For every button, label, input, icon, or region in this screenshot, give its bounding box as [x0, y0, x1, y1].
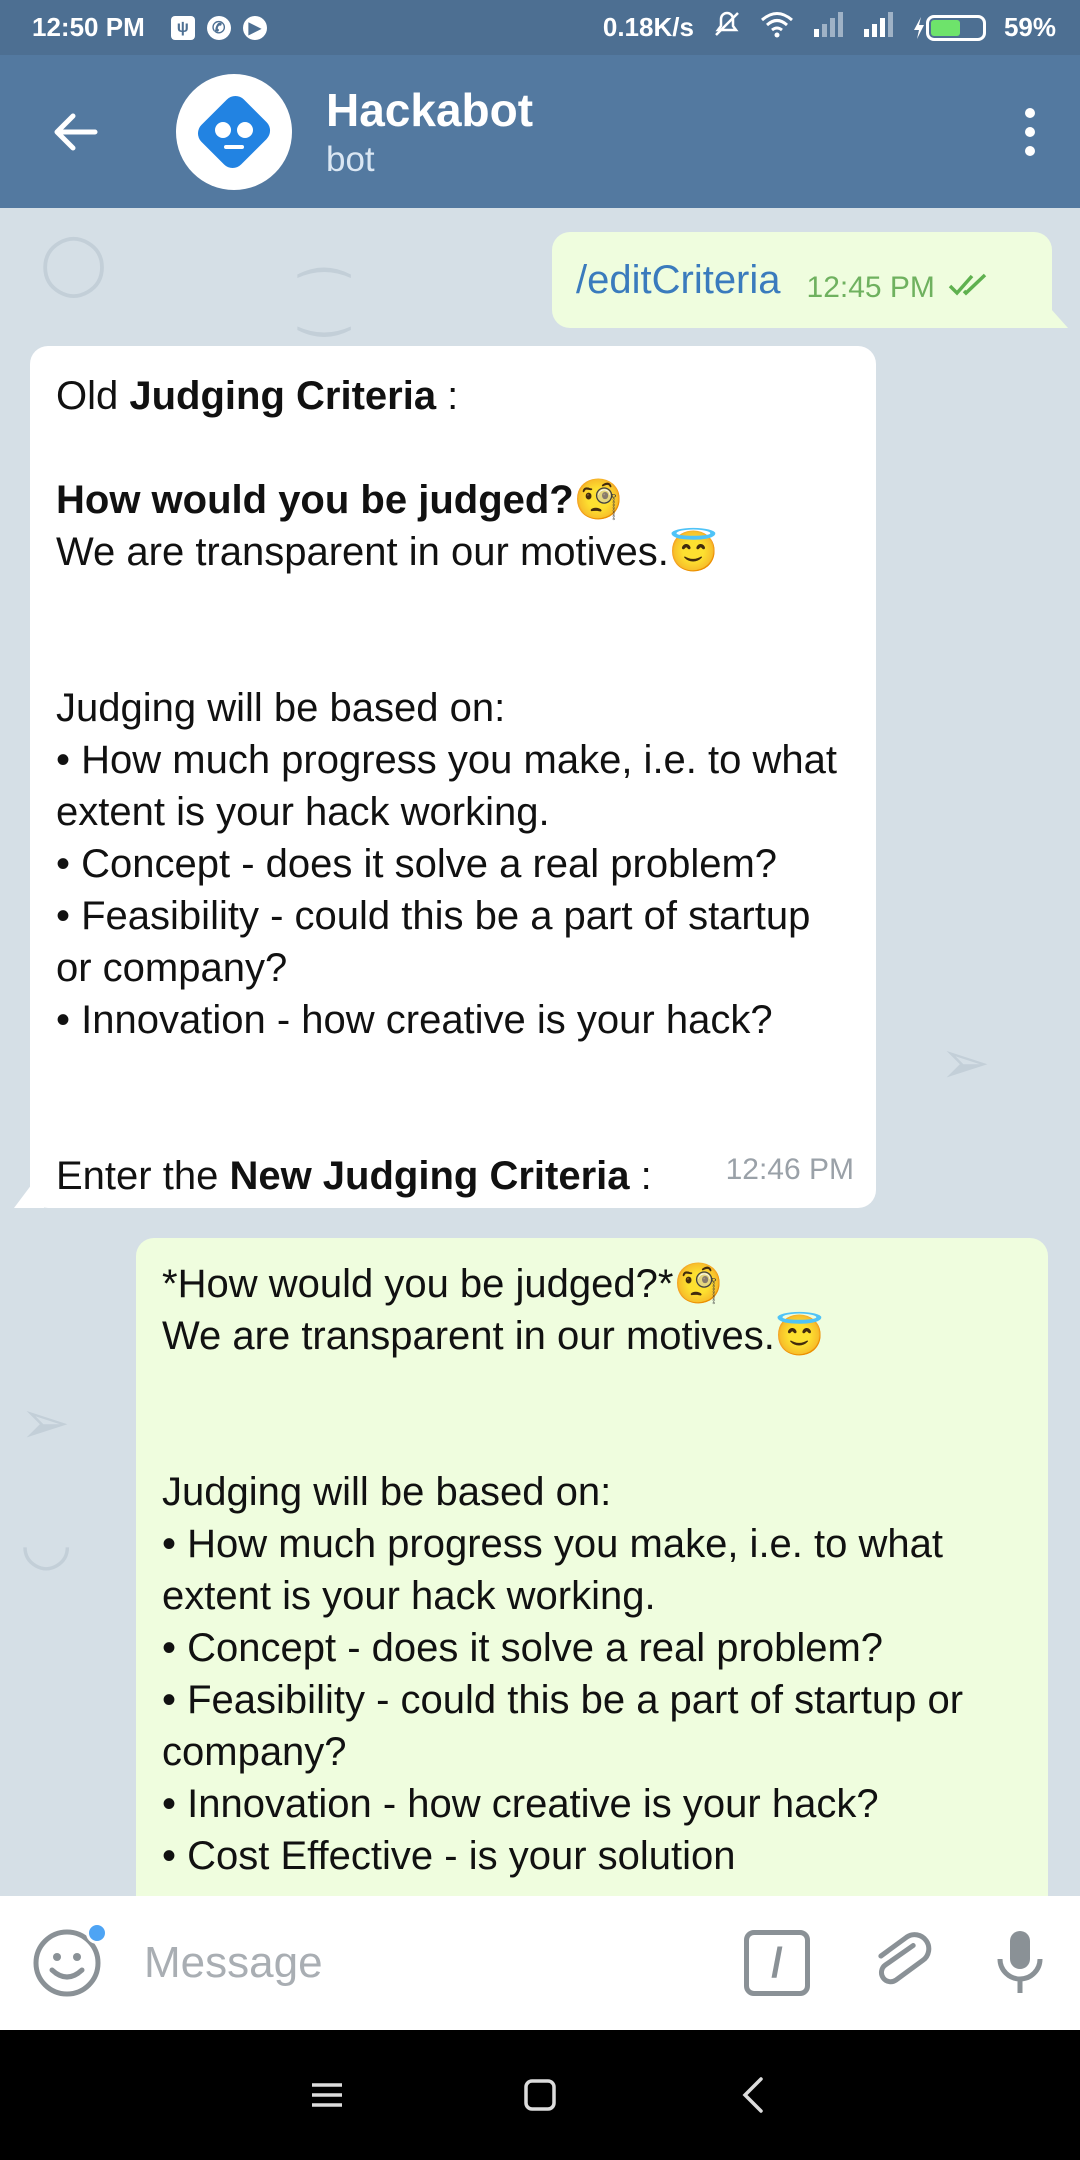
back-nav-button[interactable] — [723, 2065, 783, 2125]
notification-dot — [86, 1922, 108, 1944]
usb-icon: ψ — [170, 15, 195, 40]
menu-icon — [311, 2083, 342, 2107]
bot-avatar[interactable] — [176, 73, 292, 190]
chevron-left-icon — [742, 2077, 764, 2113]
home-button[interactable] — [510, 2065, 570, 2125]
battery-percent: 59% — [1003, 12, 1056, 42]
bullet-item: • Innovation - how creative is your hack… — [162, 1782, 879, 1826]
status-bar: 12:50 PM ψ ✆ ▶ 0.18K/s 59% — [0, 0, 1080, 55]
paperclip-icon — [878, 1932, 932, 1985]
status-time: 12:50 PM — [32, 12, 145, 42]
message-line: We are transparent in our motives.😇 — [56, 530, 719, 574]
doodle-plane-icon: ➢ — [20, 1389, 71, 1456]
microphone-icon — [997, 1931, 1043, 1993]
network-speed: 0.18K/s — [602, 12, 694, 42]
outgoing-message[interactable]: /editCriteria 12:45 PM — [552, 232, 1052, 328]
message-composer: / — [0, 1896, 1080, 2030]
message-line: We are transparent in our motives.😇 — [162, 1314, 825, 1358]
command-link[interactable]: /editCriteria — [576, 254, 781, 306]
recents-button[interactable] — [297, 2065, 357, 2125]
outgoing-message[interactable]: *How would you be judged?*🧐 We are trans… — [136, 1238, 1048, 1896]
back-button[interactable] — [0, 55, 150, 208]
incoming-message[interactable]: Old Judging Criteria : How would you be … — [30, 346, 876, 1208]
arrow-left-icon — [54, 113, 98, 150]
monocle-emoji: 🧐 — [673, 1262, 724, 1306]
bot-commands-button[interactable]: / — [744, 1930, 810, 1996]
signal-icon-2 — [862, 11, 894, 44]
voice-record-button[interactable] — [990, 1927, 1050, 1999]
bullet-item: • Feasibility - could this be a part of … — [162, 1678, 975, 1774]
chat-area[interactable]: ◯ ⁐ ➢ ◡ ➢ /editCriteria 12:45 PM Old Jud… — [0, 208, 1080, 1896]
more-options-button[interactable] — [980, 55, 1080, 208]
wifi-icon — [760, 10, 794, 45]
whatsapp-icon: ✆ — [206, 15, 231, 40]
message-time: 12:45 PM — [806, 271, 935, 304]
bullet-item: • Concept - does it solve a real problem… — [162, 1626, 884, 1670]
message-time: 12:46 PM — [725, 1153, 854, 1186]
halo-emoji: 😇 — [668, 530, 719, 574]
battery-icon — [912, 14, 986, 41]
message-line: Judging will be based on: — [56, 686, 506, 730]
doodle-fish-icon: ◯ — [40, 229, 108, 296]
attach-button[interactable] — [870, 1930, 936, 1996]
emoji-button[interactable] — [30, 1922, 108, 2000]
robot-icon — [197, 95, 271, 168]
square-icon — [524, 2079, 556, 2111]
message-line: Judging will be based on: — [162, 1470, 612, 1514]
chat-header: Hackabot bot — [0, 55, 1080, 208]
message-heading: *How would you be judged?*🧐 — [162, 1262, 724, 1306]
bullet-item: • Innovation - how creative is your hack… — [56, 998, 773, 1042]
bullet-item: • How much progress you make, i.e. to wh… — [162, 1522, 955, 1618]
message-line: Old Judging Criteria : — [56, 374, 459, 418]
chat-subtitle: bot — [326, 139, 375, 179]
double-check-icon — [948, 273, 987, 296]
bullet-item: • How much progress you make, i.e. to wh… — [56, 738, 849, 834]
bullet-item: • Concept - does it solve a real problem… — [56, 842, 778, 886]
bullet-item: • Feasibility - could this be a part of … — [56, 894, 822, 990]
signal-icon-1 — [812, 11, 844, 44]
chat-title: Hackabot — [326, 83, 534, 136]
bullet-item: • Cost Effective - is your solution — [162, 1834, 736, 1878]
slash-icon: / — [771, 1939, 783, 1986]
halo-emoji: 😇 — [774, 1314, 825, 1358]
doodle-cat-icon: ◡ — [20, 1509, 73, 1576]
monocle-emoji: 🧐 — [573, 478, 624, 522]
system-nav-bar — [0, 2030, 1080, 2160]
doodle-bone-icon: ⁐ — [300, 269, 349, 336]
doodle-paper-plane-icon: ➢ — [940, 1029, 991, 1096]
play-store-icon: ▶ — [242, 15, 267, 40]
message-input[interactable] — [144, 1938, 664, 1988]
message-heading: How would you be judged?🧐 — [56, 478, 624, 522]
mute-icon — [712, 9, 742, 46]
